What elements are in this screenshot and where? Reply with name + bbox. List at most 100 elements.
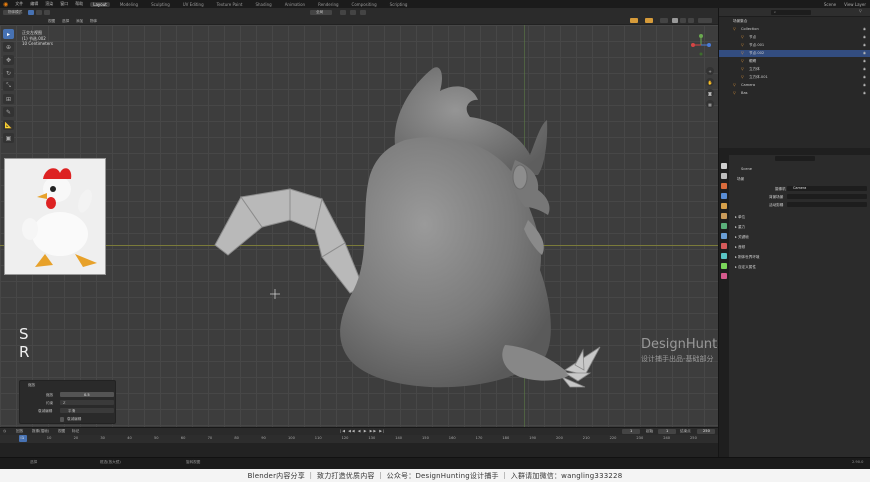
tab-uv-editing[interactable]: UV Editing (180, 2, 207, 7)
property-section-header[interactable]: ▸ 音频 (735, 245, 745, 250)
properties-tab-icon[interactable] (721, 243, 727, 249)
pan-hand-icon[interactable]: ✋ (706, 78, 714, 86)
tab-texture-paint[interactable]: Texture Paint (214, 2, 246, 7)
timeline-editor-icon[interactable]: ◷ (3, 429, 6, 433)
properties-tab-icon[interactable] (721, 263, 727, 269)
gizmo-icon[interactable] (645, 18, 653, 23)
falloff-checkbox[interactable] (60, 417, 64, 422)
shading-rendered-icon[interactable] (688, 18, 694, 23)
visibility-eye-icon[interactable]: ◉ (863, 43, 866, 47)
timeline-menu-keying[interactable]: 抠像(插帧) (32, 429, 49, 434)
properties-tab-icon[interactable] (721, 253, 727, 259)
select-extend-icon[interactable] (36, 10, 42, 15)
menu-file[interactable]: 文件 (15, 1, 23, 7)
outliner-item[interactable]: ▽ 节点.001 ◉ (719, 42, 870, 49)
zoom-icon[interactable]: + (706, 67, 714, 75)
timeline-menu-marker[interactable]: 标记 (72, 429, 79, 434)
properties-tab-icon[interactable] (721, 183, 727, 189)
visibility-eye-icon[interactable]: ◉ (863, 91, 866, 95)
menu-render[interactable]: 渲染 (45, 1, 53, 7)
outliner-item[interactable]: ▽ 节点.002 ◉ (719, 50, 870, 57)
properties-tab-icon[interactable] (721, 213, 727, 219)
constraint-field[interactable] (60, 400, 114, 405)
scene-selector[interactable]: Scene (824, 2, 836, 7)
menu-window[interactable]: 窗口 (60, 1, 68, 7)
view-layer-selector[interactable]: View Layer (844, 2, 866, 7)
outliner-item[interactable]: ▽ 节点 ◉ (719, 34, 870, 41)
outliner-item[interactable]: ▽ 立方体.001 ◉ (719, 74, 870, 81)
camera-view-icon[interactable]: ◙ (706, 89, 714, 97)
tab-rendering[interactable]: Rendering (315, 2, 341, 7)
add-cube-tool-icon[interactable]: ▣ (3, 133, 14, 143)
outliner-item[interactable]: ▽ 眼睛 ◉ (719, 58, 870, 65)
select-mode-icon[interactable] (28, 10, 34, 15)
outliner-item[interactable]: ▽ Collection ◉ (719, 26, 870, 33)
visibility-eye-icon[interactable]: ◉ (863, 59, 866, 63)
visibility-eye-icon[interactable]: ◉ (863, 35, 866, 39)
properties-tab-icon[interactable] (721, 173, 727, 179)
select-subtract-icon[interactable] (44, 10, 50, 15)
proportional-edit-icon[interactable] (360, 10, 366, 15)
move-tool-icon[interactable]: ✥ (3, 55, 14, 65)
measure-tool-icon[interactable]: 📐 (3, 120, 14, 130)
cursor-tool-icon[interactable]: ⊕ (3, 42, 14, 52)
outliner-item[interactable]: ▽ Camera ◉ (719, 82, 870, 89)
grid-view-icon[interactable]: ▦ (706, 100, 714, 108)
menu-edit[interactable]: 编辑 (30, 1, 38, 7)
tab-modeling[interactable]: Modeling (117, 2, 141, 7)
mode-selector[interactable]: 物体模式 (8, 10, 22, 15)
properties-tab-icon[interactable] (721, 163, 727, 169)
foot-mesh[interactable] (561, 346, 601, 388)
tail-mesh[interactable] (214, 188, 364, 294)
eye-shape[interactable] (512, 164, 528, 190)
playback-controls[interactable]: |◀ ◀◀ ◀ ▶ ▶▶ ▶| (340, 429, 385, 433)
menu-add[interactable]: 添加 (76, 19, 83, 24)
active-clip-field[interactable] (787, 202, 867, 207)
scale-tool-icon[interactable]: ⤡ (3, 81, 14, 91)
snap-icon[interactable] (350, 10, 356, 15)
property-section-header[interactable]: ▸ 自定义属性 (735, 265, 756, 270)
rotate-tool-icon[interactable]: ↻ (3, 68, 14, 78)
tab-scripting[interactable]: Scripting (387, 2, 411, 7)
tab-shading[interactable]: Shading (252, 2, 274, 7)
tab-animation[interactable]: Animation (282, 2, 308, 7)
outliner-item[interactable]: ▽ 立方体 ◉ (719, 66, 870, 73)
filter-icon[interactable]: ▽ (859, 9, 862, 13)
menu-object[interactable]: 物体 (90, 19, 97, 24)
menu-select[interactable]: 选择 (62, 19, 69, 24)
overlay-icon[interactable] (630, 18, 638, 23)
outliner-root[interactable]: 场景集合 (719, 18, 870, 25)
menu-view[interactable]: 视图 (48, 19, 55, 24)
properties-tab-icon[interactable] (721, 203, 727, 209)
property-section-header[interactable]: ▸ 重力 (735, 225, 745, 230)
3d-viewport[interactable]: ▸ ⊕ ✥ ↻ ⤡ ⊞ ✎ 📐 ▣ 正交左视图 (1) 节选.002 10 Ce… (0, 25, 718, 427)
tab-layout[interactable]: Layout (90, 1, 110, 7)
properties-tab-icon[interactable] (721, 233, 727, 239)
blender-logo-icon[interactable]: ◉ (3, 1, 8, 8)
transform-tool-icon[interactable]: ⊞ (3, 94, 14, 104)
annotate-tool-icon[interactable]: ✎ (3, 107, 14, 117)
timeline-menu-view[interactable]: 视图 (58, 429, 65, 434)
properties-search-input[interactable] (775, 156, 815, 161)
visibility-eye-icon[interactable]: ◉ (863, 51, 866, 55)
frame-ruler[interactable]: 1 0 10 20 30 40 50 60 70 80 90 100 110 120 130 140 150 1… (0, 435, 718, 443)
property-section-header[interactable]: ▸ 关键帧 (735, 235, 749, 240)
timeline-area[interactable]: 1 0 10 20 30 40 50 60 70 80 90 100 110 120 130 140 150 1… (0, 435, 718, 457)
properties-tab-icon[interactable] (721, 273, 727, 279)
property-section-header[interactable]: ▸ 刚体世界环境 (735, 255, 760, 260)
pivot-icon[interactable] (340, 10, 346, 15)
section-scene-header[interactable]: 场景 (737, 177, 744, 182)
tab-compositing[interactable]: Compositing (349, 2, 380, 7)
shading-material-icon[interactable] (680, 18, 686, 23)
visibility-eye-icon[interactable]: ◉ (863, 83, 866, 87)
properties-tab-icon[interactable] (721, 193, 727, 199)
properties-tab-icon[interactable] (721, 223, 727, 229)
select-box-tool-icon[interactable]: ▸ (3, 29, 14, 39)
operator-panel[interactable]: 缩放 缩放 0.5 约束 Z 衰减编辑 平滑 衰减编辑 (19, 380, 116, 424)
property-section-header[interactable]: ▸ 单位 (735, 215, 745, 220)
camera-field[interactable]: Camera (787, 186, 867, 191)
navigation-gizmo[interactable] (687, 33, 715, 69)
bg-scene-field[interactable] (787, 194, 867, 199)
timeline-menu-playback[interactable]: 回放 (16, 429, 23, 434)
visibility-eye-icon[interactable]: ◉ (863, 67, 866, 71)
